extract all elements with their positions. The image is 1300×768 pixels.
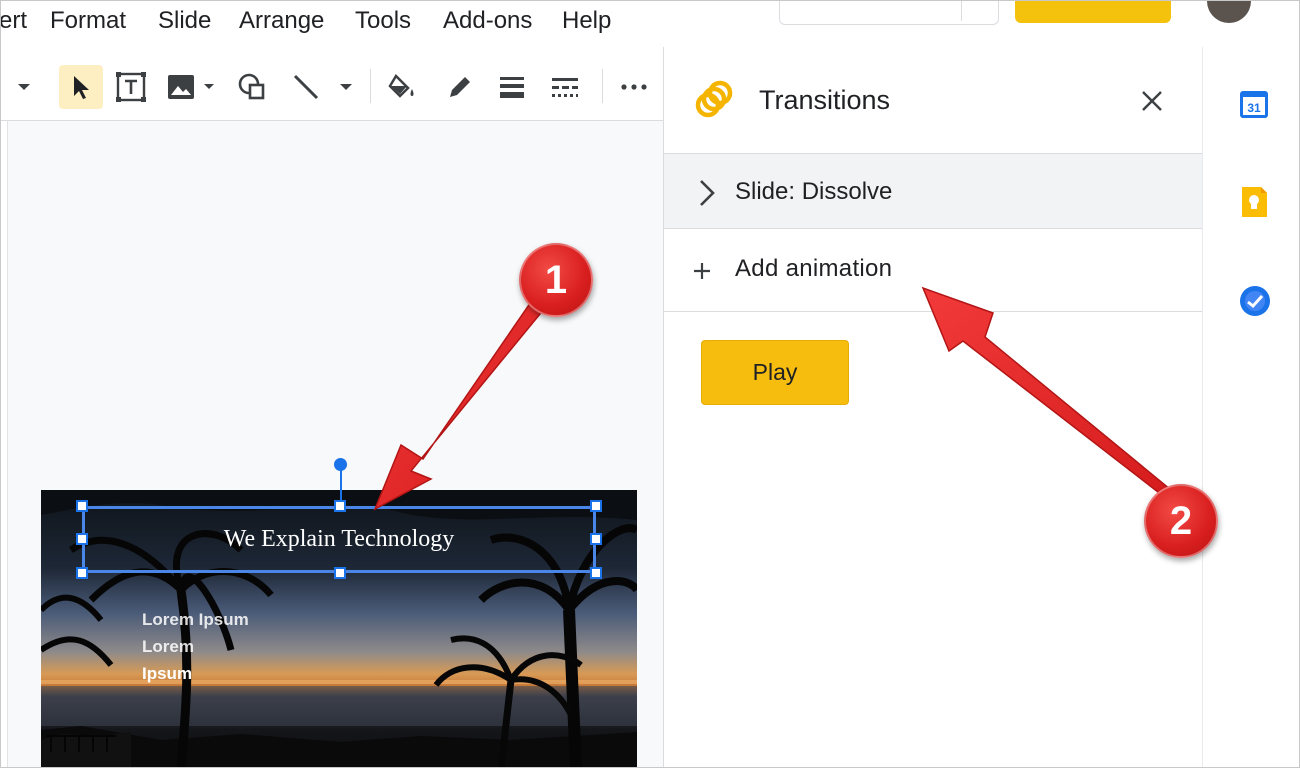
image-dropdown-icon[interactable]	[201, 65, 217, 109]
line-dropdown-icon[interactable]	[337, 65, 355, 109]
resize-handle-left[interactable]	[76, 533, 88, 545]
toolbar	[1, 57, 661, 117]
text-box-icon[interactable]	[113, 65, 149, 109]
side-panel-apps: 31	[1202, 47, 1299, 767]
toolbar-separator	[602, 69, 603, 103]
border-color-icon[interactable]	[443, 65, 477, 109]
slide-transition-row[interactable]: Slide: Dissolve	[664, 154, 1202, 229]
border-weight-icon[interactable]	[495, 65, 529, 109]
resize-handle-top[interactable]	[334, 500, 346, 512]
select-cursor-icon[interactable]	[59, 65, 103, 109]
add-animation-button[interactable]: Add animation	[664, 229, 1202, 312]
slide-transition-label: Slide: Dissolve	[735, 178, 893, 205]
rotation-handle[interactable]	[334, 458, 347, 471]
close-icon[interactable]	[1138, 87, 1166, 115]
menu-insert[interactable]: ert	[1, 7, 27, 35]
slide-body-line[interactable]: Lorem	[142, 637, 194, 657]
transitions-icon	[694, 79, 734, 124]
line-icon[interactable]	[289, 65, 323, 109]
avatar[interactable]	[1207, 1, 1251, 23]
dropdown-icon[interactable]	[13, 65, 35, 109]
svg-text:31: 31	[1247, 101, 1261, 115]
panel-header: Transitions	[664, 47, 1202, 154]
keep-icon[interactable]	[1239, 186, 1269, 217]
selection-box[interactable]	[82, 506, 596, 573]
search-divider	[961, 1, 962, 21]
rotation-handle-stem	[340, 469, 342, 503]
resize-handle-bottom-left[interactable]	[76, 567, 88, 579]
border-dash-icon[interactable]	[547, 65, 583, 109]
window: ert Format Slide Arrange Tools Add-ons H…	[0, 0, 1300, 768]
resize-handle-bottom[interactable]	[334, 567, 346, 579]
menu-add-ons[interactable]: Add-ons	[443, 7, 532, 35]
fill-color-icon[interactable]	[385, 65, 421, 109]
menu-tools[interactable]: Tools	[355, 7, 411, 35]
menu-help[interactable]: Help	[562, 7, 611, 35]
more-icon[interactable]	[619, 65, 649, 109]
tasks-icon[interactable]	[1239, 285, 1270, 316]
shape-icon[interactable]	[235, 65, 269, 109]
chevron-right-icon	[698, 179, 716, 212]
menu-arrange[interactable]: Arrange	[239, 7, 324, 35]
calendar-icon[interactable]: 31	[1239, 89, 1269, 119]
play-button[interactable]: Play	[701, 340, 849, 405]
menu-bar: ert Format Slide Arrange Tools Add-ons H…	[1, 1, 1299, 47]
toolbar-separator	[370, 69, 371, 103]
share-button[interactable]	[1015, 1, 1171, 23]
resize-handle-top-right[interactable]	[590, 500, 602, 512]
search-box[interactable]	[779, 1, 999, 25]
panel-title: Transitions	[759, 85, 891, 115]
resize-handle-top-left[interactable]	[76, 500, 88, 512]
annotation-badge-1: 1	[519, 243, 593, 317]
resize-handle-right[interactable]	[590, 533, 602, 545]
menu-slide[interactable]: Slide	[158, 7, 211, 35]
plus-icon	[692, 251, 712, 289]
menu-format[interactable]: Format	[50, 7, 126, 35]
slide-body-line[interactable]: Lorem Ipsum	[142, 610, 249, 630]
resize-handle-bottom-right[interactable]	[590, 567, 602, 579]
slide-body-line[interactable]: Ipsum	[142, 664, 192, 684]
annotation-badge-2: 2	[1144, 484, 1218, 558]
image-icon[interactable]	[164, 65, 198, 109]
transitions-panel: Transitions Slide: Dissolve Add animatio…	[663, 47, 1202, 767]
add-animation-label: Add animation	[735, 255, 893, 282]
